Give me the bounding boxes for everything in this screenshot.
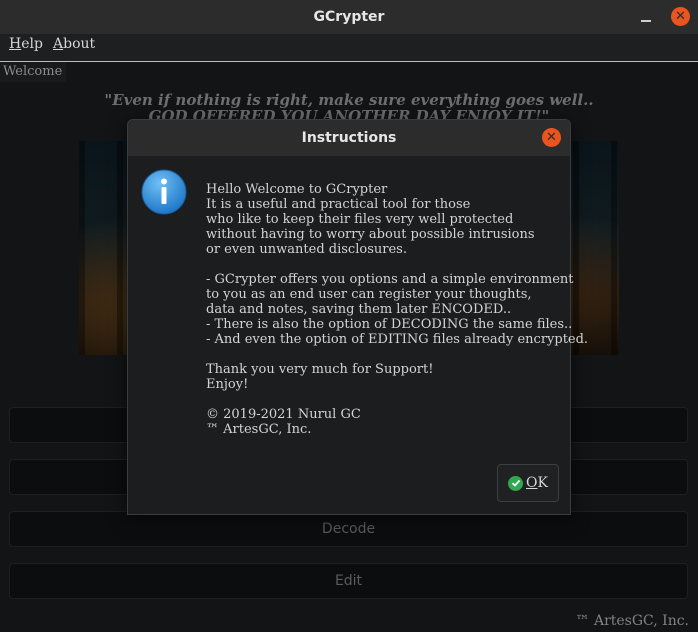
message-line: who like to keep their files very well p… [206, 212, 514, 227]
message-line: data and notes, saving them later ENCODE… [206, 302, 512, 317]
message-line: It is a useful and practical tool for th… [206, 197, 471, 212]
dialog-close-icon[interactable]: ✕ [542, 128, 561, 147]
menu-help-label: elp [21, 36, 43, 52]
message-line: or even unwanted disclosures. [206, 242, 407, 257]
message-line: ™ ArtesGC, Inc. [206, 422, 312, 437]
window-titlebar: GCrypter [0, 0, 698, 34]
dialog-titlebar: Instructions [128, 120, 570, 156]
menu-bar [0, 34, 698, 62]
ok-label-rest: K [537, 475, 548, 491]
instructions-dialog: Instructions ✕ Hello Welcome to GCrypter… [127, 119, 589, 515]
message-line [206, 392, 566, 407]
menu-about-mnemonic: A [53, 36, 64, 52]
ok-mnemonic: O [526, 475, 538, 491]
menu-help-mnemonic: H [9, 36, 22, 52]
window-title: GCrypter [313, 9, 385, 25]
menu-about-label: bout [63, 36, 96, 52]
ok-label: OK [526, 475, 548, 491]
message-line: - And even the option of EDITING files a… [206, 332, 589, 347]
info-icon [141, 169, 187, 215]
message-line: to you as an end user can register your … [206, 287, 532, 302]
menu-about[interactable]: About [53, 36, 95, 52]
message-line [206, 257, 566, 272]
message-line: - There is also the option of DECODING t… [206, 317, 573, 332]
message-line [206, 347, 566, 362]
close-window-icon[interactable]: ✕ [671, 7, 690, 26]
menu-help[interactable]: Help [9, 36, 43, 52]
dialog-message: Hello Welcome to GCrypter It is a useful… [206, 182, 589, 437]
message-line: Hello Welcome to GCrypter [206, 182, 388, 197]
message-line: without having to worry about possible i… [206, 227, 535, 242]
message-line: Thank you very much for Support! [206, 362, 434, 377]
message-line: - GCrypter offers you options and a simp… [206, 272, 574, 287]
ok-button[interactable]: OK [497, 464, 559, 502]
check-icon [508, 475, 524, 491]
message-line: © 2019-2021 Nurul GC [206, 407, 361, 422]
minimize-icon[interactable] [640, 10, 652, 24]
dialog-title: Instructions [301, 130, 397, 146]
message-line: Enjoy! [206, 377, 249, 392]
